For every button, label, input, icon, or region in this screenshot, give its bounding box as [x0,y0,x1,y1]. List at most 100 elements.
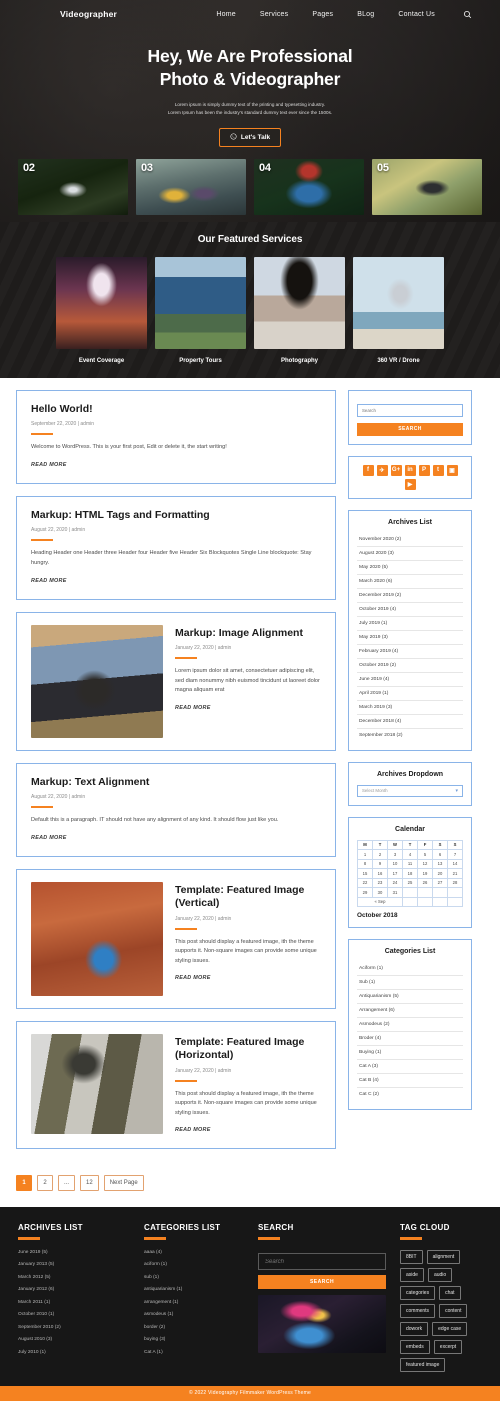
day-cell[interactable]: 30 [372,887,388,898]
list-item[interactable]: Broder (4) [357,1032,463,1046]
list-item[interactable]: aaaa (4) [144,1250,244,1255]
tag-item[interactable]: categories [400,1285,436,1300]
day-cell[interactable]: 26 [417,877,433,888]
hero-thumb-drone-over-forest[interactable]: 02 [18,158,128,215]
day-cell[interactable]: 5 [417,849,433,860]
read-more-link[interactable]: READ MORE [31,462,67,468]
list-item[interactable]: October 2019 (2) [357,659,463,673]
list-item[interactable]: August 2020 (3) [357,547,463,561]
service-card-360-vr-drone[interactable]: 360 VR / Drone [353,257,444,364]
list-item[interactable]: Asmodeus (2) [357,1018,463,1032]
nav-item-pages[interactable]: Pages [312,11,333,18]
post-card-markup-image-alignment[interactable]: Markup: Image Alignment January 22, 2020… [16,611,336,751]
day-cell[interactable]: 23 [372,877,388,888]
day-cell[interactable]: 24 [387,877,403,888]
post-card-markup-html-tags[interactable]: Markup: HTML Tags and Formatting August … [16,496,336,600]
list-item[interactable]: Sub (1) [357,976,463,990]
footer-search-button[interactable]: SEARCH [258,1275,386,1290]
list-item[interactable]: May 2020 (5) [357,561,463,575]
tag-item[interactable]: excerpt [433,1339,463,1354]
list-item[interactable]: antiquarianism (1) [144,1287,244,1292]
pagination-next-page[interactable]: Next Page [103,1175,144,1192]
read-more-link[interactable]: READ MORE [175,705,211,711]
list-item[interactable]: Arrangement (6) [357,1004,463,1018]
list-item[interactable]: March 2011 (1) [18,1300,130,1305]
nav-item-home[interactable]: Home [216,11,235,18]
list-item[interactable]: sub (1) [144,1275,244,1280]
day-cell[interactable]: 27 [432,877,448,888]
post-card-markup-text-alignment[interactable]: Markup: Text Alignment August 22, 2020 |… [16,762,336,857]
list-item[interactable]: October 2019 (4) [357,603,463,617]
read-more-link[interactable]: READ MORE [175,975,211,981]
hero-thumb-two-women-in-water[interactable]: 03 [136,158,246,215]
list-item[interactable]: October 2010 (1) [18,1312,130,1317]
list-item[interactable]: December 2019 (2) [357,589,463,603]
day-cell[interactable]: 16 [372,868,388,879]
tag-item[interactable]: embeds [400,1339,430,1354]
list-item[interactable]: Cat B (4) [357,1074,463,1088]
day-cell[interactable]: 8 [357,858,373,869]
nav-item-services[interactable]: Services [260,11,288,18]
tag-item[interactable]: aside [400,1267,424,1282]
nav-item-contact-us[interactable]: Contact Us [398,11,435,18]
list-item[interactable]: September 2018 (2) [357,729,463,742]
list-item[interactable]: March 2020 (6) [357,575,463,589]
day-cell[interactable]: 21 [447,868,463,879]
select-month-dropdown[interactable]: Select Month ▾ [357,784,463,797]
pagination-page-1[interactable]: 1 [16,1175,32,1192]
list-item[interactable]: August 2010 (3) [18,1337,130,1342]
calendar-prev-month-link[interactable]: « Sep [357,896,403,907]
search-button[interactable]: SEARCH [357,422,463,436]
list-item[interactable]: January 2012 (6) [18,1287,130,1292]
nav-item-blog[interactable]: BLog [357,11,374,18]
list-item[interactable]: July 2010 (1) [18,1350,130,1355]
pinterest-icon[interactable]: P [418,464,430,476]
service-card-property-tours[interactable]: Property Tours [155,257,246,364]
day-cell[interactable]: 20 [432,868,448,879]
day-cell[interactable]: 18 [402,868,418,879]
google-plus-icon[interactable]: G+ [390,464,402,476]
list-item[interactable]: Antiquarianism (5) [357,990,463,1004]
tag-item[interactable]: alignment [426,1249,461,1264]
post-card-featured-image-horizontal[interactable]: Template: Featured Image (Horizontal) Ja… [16,1020,336,1150]
tag-item[interactable]: content [439,1303,468,1318]
tag-item[interactable]: chat [439,1285,461,1300]
service-card-photography[interactable]: Photography [254,257,345,364]
list-item[interactable]: March 2019 (3) [357,701,463,715]
list-item[interactable]: Cat C (2) [357,1088,463,1101]
post-card-hello-world[interactable]: Hello World! September 22, 2020 | admin … [16,390,336,485]
day-cell[interactable]: 28 [447,877,463,888]
day-cell[interactable]: 13 [432,858,448,869]
day-cell[interactable]: 3 [387,849,403,860]
day-cell[interactable]: 7 [447,849,463,860]
hero-thumb-photographer-red-beanie[interactable]: 04 [254,158,364,215]
day-cell[interactable]: 10 [387,858,403,869]
day-cell[interactable]: 25 [402,877,418,888]
service-card-event-coverage[interactable]: Event Coverage [56,257,147,364]
day-cell[interactable]: 9 [372,858,388,869]
list-item[interactable]: arrangement (1) [144,1300,244,1305]
site-brand[interactable]: Videographer [60,9,117,19]
day-cell[interactable]: 12 [417,858,433,869]
list-item[interactable]: Aciform (1) [357,962,463,976]
day-cell[interactable]: 15 [357,868,373,879]
day-cell[interactable]: 1 [357,849,373,860]
list-item[interactable]: May 2019 (3) [357,631,463,645]
tumblr-icon[interactable]: t [432,464,444,476]
lets-talk-button[interactable]: Let's Talk [218,127,282,147]
list-item[interactable]: Cat A (1) [144,1350,244,1355]
day-cell[interactable]: 2 [372,849,388,860]
read-more-link[interactable]: READ MORE [31,578,67,584]
tag-item[interactable]: comments [400,1303,436,1318]
search-icon[interactable] [463,10,472,19]
list-item[interactable]: buying (3) [144,1337,244,1342]
day-cell[interactable]: 11 [402,858,418,869]
tag-item[interactable]: audio [427,1267,453,1282]
day-cell[interactable]: 6 [432,849,448,860]
youtube-icon[interactable]: ▶ [404,478,416,490]
list-item[interactable]: January 2013 (5) [18,1262,130,1267]
day-cell[interactable]: 31 [387,887,403,898]
twitter-icon[interactable]: ✈ [376,464,388,476]
footer-search-input[interactable] [258,1253,386,1271]
read-more-link[interactable]: READ MORE [31,835,67,841]
